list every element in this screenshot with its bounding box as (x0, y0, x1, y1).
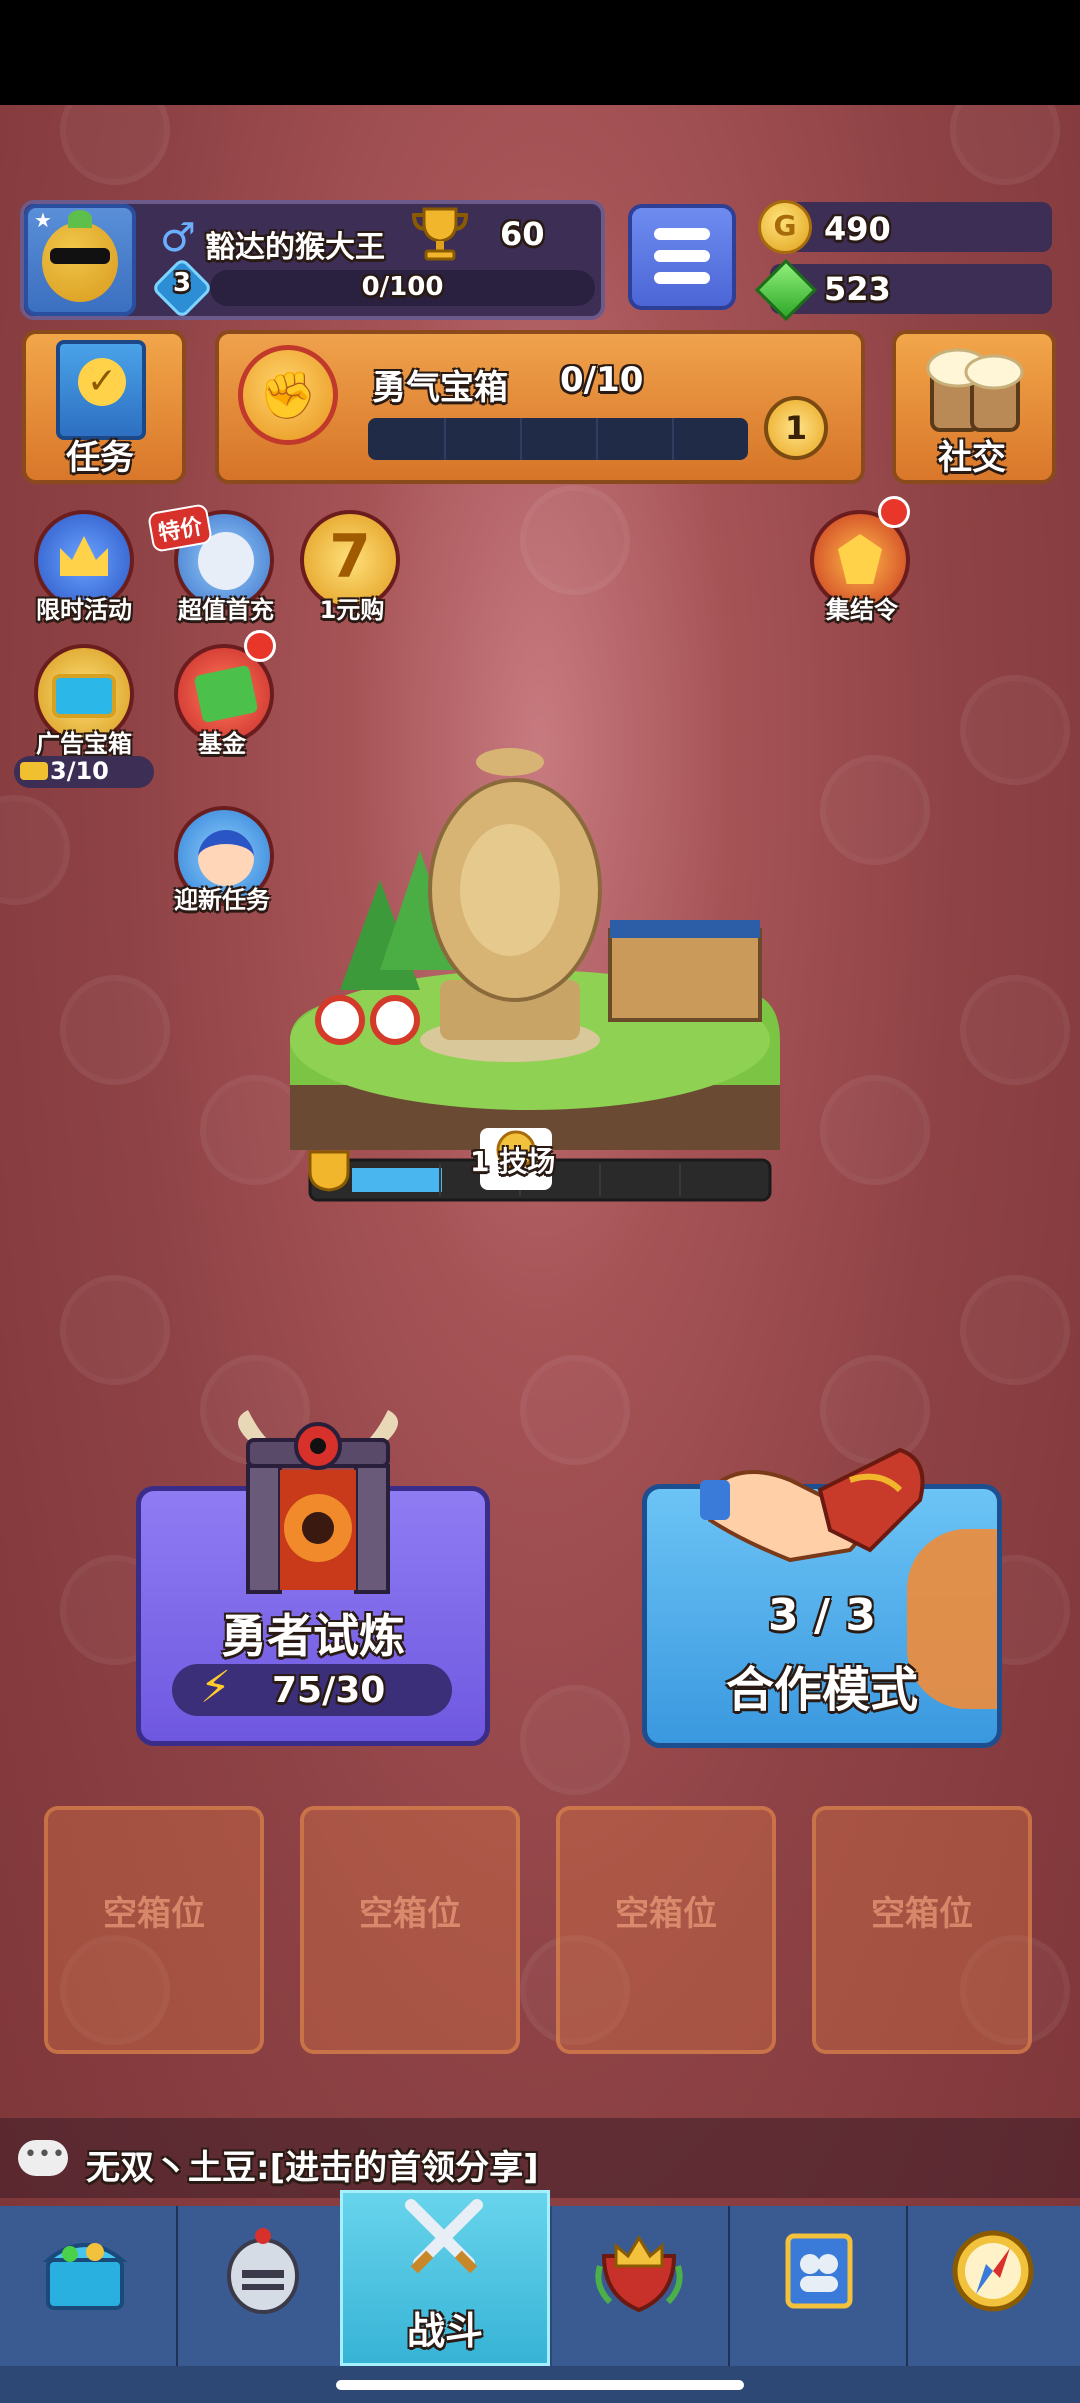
coop-count: 3 / 3 (768, 1590, 876, 1641)
task-book-icon: ✓ (56, 340, 146, 440)
lightning-icon: ⚡ (200, 1662, 231, 1713)
treasure-chest-icon (52, 674, 116, 718)
fan-pattern (60, 975, 170, 1085)
chest-key-count: 1 (764, 396, 828, 460)
xp-text: 0/100 (361, 272, 444, 302)
arena-label: 1 技场 (470, 1145, 556, 1178)
fan-pattern (60, 1275, 170, 1385)
menu-button[interactable] (628, 204, 736, 310)
fan-pattern (520, 485, 630, 595)
shop-chest-icon (42, 2243, 128, 2310)
chest-slot[interactable]: 空箱位 (300, 1806, 520, 2054)
nav-tab-explore[interactable] (908, 2206, 1080, 2366)
coop-mode-title: 合作模式 (725, 1662, 918, 1718)
home-indicator (336, 2380, 744, 2390)
crown-shield-icon (595, 2235, 683, 2313)
newcomer-tasks-label: 迎新任务 (174, 886, 270, 914)
demon-gate-icon (238, 1410, 398, 1594)
fan-pattern (960, 1275, 1070, 1385)
chest-slot[interactable]: 空箱位 (44, 1806, 264, 2054)
fan-pattern (820, 1075, 930, 1185)
rally-label: 集结令 (826, 596, 898, 624)
sunglasses-icon (50, 248, 110, 264)
hero-trial-title: 勇者试炼 (221, 1609, 405, 1663)
chat-message: 无双丶土豆:[进击的首领分享] (86, 2148, 539, 2188)
male-gender-icon: ♂ (160, 215, 196, 261)
chest-slot-label: 空箱位 (103, 1894, 205, 1934)
player-name: 豁达的猴大王 (205, 230, 385, 265)
notification-dot (244, 630, 276, 662)
one-yuan-label: 1元购 (319, 596, 385, 624)
knight-helmet-icon (227, 2228, 299, 2314)
checkmark-icon: ✓ (78, 358, 126, 406)
fan-pattern (820, 755, 930, 865)
number-seven-icon: 7 (329, 522, 371, 592)
tasks-label: 任务 (66, 438, 134, 478)
girl-character-icon (198, 830, 254, 886)
energy-count: 75/30 (272, 1670, 386, 1711)
fan-pattern (520, 1685, 630, 1795)
social-label: 社交 (938, 438, 1006, 478)
target-icon (370, 995, 420, 1045)
hamburger-icon (654, 228, 710, 240)
fan-pattern (60, 105, 170, 185)
crossed-swords-icon (405, 2199, 483, 2274)
handshake-icon (700, 1447, 925, 1563)
trophy-icon (308, 1150, 350, 1192)
nav-tab-shop[interactable] (0, 2206, 178, 2366)
courage-chest-progress: 0/10 (560, 360, 644, 400)
fan-pattern (0, 795, 70, 905)
courage-chest-bar (368, 418, 748, 460)
target-icon (315, 995, 365, 1045)
guild-banner-icon (785, 2233, 853, 2309)
status-bar-area (0, 0, 1080, 105)
trophy-count: 60 (500, 215, 545, 253)
notification-dot (878, 496, 910, 528)
arena-trophy-progress (352, 1168, 442, 1192)
chest-slot-label: 空箱位 (615, 1894, 717, 1934)
nav-tab-rank[interactable] (552, 2206, 730, 2366)
chest-slot-label: 空箱位 (359, 1894, 461, 1934)
chat-bubble-icon (18, 2140, 68, 2176)
sprout-icon (68, 210, 92, 228)
fan-pattern (950, 105, 1060, 185)
gem-amount: 523 (824, 270, 891, 308)
chest-slot[interactable]: 空箱位 (812, 1806, 1032, 2054)
limited-event-label: 限时活动 (36, 596, 132, 624)
gold-coin-icon (758, 200, 812, 254)
fan-pattern (960, 675, 1070, 785)
player-avatar[interactable]: ★ (24, 204, 136, 316)
emblem-icon (838, 534, 882, 584)
nav-battle-label: 战斗 (406, 2309, 483, 2353)
coin-balance-bar[interactable] (770, 202, 1052, 252)
courage-chest-title: 勇气宝箱 (372, 368, 508, 408)
ad-chest-count: 3/10 (50, 757, 109, 785)
beer-mug-icon (926, 348, 1024, 432)
crown-icon (60, 536, 108, 576)
nav-tab-guild[interactable] (730, 2206, 908, 2366)
fan-pattern (960, 975, 1070, 1085)
player-level: 3 (172, 268, 192, 298)
nav-tab-heroes[interactable] (178, 2206, 356, 2366)
fan-pattern (520, 1355, 630, 1465)
ad-chest-label: 广告宝箱 (36, 730, 132, 758)
coin-amount: 490 (824, 210, 891, 248)
fist-medal-icon (238, 345, 338, 445)
fund-label: 基金 (198, 730, 246, 758)
money-pile-icon (193, 664, 259, 724)
compass-icon (952, 2230, 1034, 2312)
trophy-icon (411, 207, 469, 261)
chest-slot[interactable]: 空箱位 (556, 1806, 776, 2054)
star-icon: ★ (34, 208, 52, 232)
chest-slot-label: 空箱位 (871, 1894, 973, 1934)
coin-stack-icon (20, 762, 48, 780)
